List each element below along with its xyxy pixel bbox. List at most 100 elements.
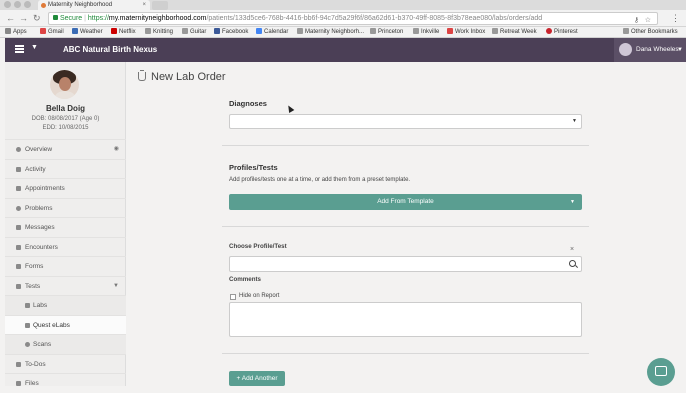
bookmark-weather[interactable]: Weather — [72, 27, 103, 37]
patient-photo — [50, 70, 79, 99]
gmail-icon — [447, 28, 453, 34]
comments-textarea[interactable] — [229, 302, 582, 337]
sidebar-item-scans[interactable]: Scans — [5, 334, 126, 354]
bookmark-gmail[interactable]: Gmail — [40, 27, 64, 37]
sidebar-item-label: To-Dos — [25, 360, 46, 368]
scans-icon — [25, 342, 30, 347]
url-host: my.maternityneighborhood.com — [108, 15, 207, 22]
bookmark-knitting[interactable]: Knitting — [145, 27, 173, 37]
hide-on-report-label: Hide on Report — [239, 293, 280, 299]
patient-edd: EDD: 10/08/2015 — [42, 125, 89, 131]
sidebar-item-label: Appointments — [25, 185, 65, 192]
lock-icon — [53, 15, 58, 20]
back-arrow-icon[interactable]: ← — [6, 13, 15, 23]
sidebar-item-label: Encounters — [25, 243, 58, 251]
window-zoom-control[interactable] — [24, 1, 31, 8]
bookmark-pinterest[interactable]: Pinterest — [546, 27, 578, 37]
bookmark-work-inbox[interactable]: Work Inbox — [447, 27, 485, 37]
address-bar[interactable]: Secure | https://my.maternityneighborhoo… — [48, 12, 658, 25]
sidebar-item-activity[interactable]: Activity — [5, 158, 126, 179]
close-icon[interactable]: × — [570, 246, 574, 253]
sidebar-item-label: Messages — [25, 224, 55, 231]
profiles-heading: Profiles/Tests — [229, 163, 278, 172]
bookmark-calendar[interactable]: Calendar — [256, 27, 288, 37]
app-title: ABC Natural Birth Nexus — [63, 45, 158, 54]
bookmark-guitar[interactable]: Guitar — [182, 27, 206, 37]
sidebar-item-tests[interactable]: Tests ▼ — [5, 275, 126, 296]
caret-down-icon[interactable]: ▼ — [31, 44, 38, 51]
caret-down-icon[interactable]: ▼ — [113, 277, 119, 296]
divider — [222, 226, 589, 227]
bookmark-princeton[interactable]: Princeton — [370, 27, 403, 37]
comments-label: Comments — [229, 276, 261, 283]
new-tab-button[interactable] — [152, 1, 168, 10]
sidebar-item-problems[interactable]: Problems — [5, 197, 126, 218]
sidebar-item-label: Quest eLabs — [33, 321, 70, 329]
plus-icon: + — [236, 375, 241, 382]
forward-arrow-icon[interactable]: → — [19, 13, 28, 23]
search-icon[interactable] — [569, 260, 576, 267]
profile-search-input[interactable] — [229, 256, 582, 272]
window-close-control[interactable] — [4, 1, 11, 8]
weather-icon — [72, 28, 78, 34]
hide-on-report-checkbox[interactable] — [230, 294, 236, 300]
sidebar-item-files[interactable]: Files — [5, 373, 126, 393]
folder-icon — [413, 28, 419, 34]
alert-icon — [16, 205, 21, 211]
choose-profile-label: Choose Profile/Test — [229, 243, 287, 250]
bookmark-netflix[interactable]: Netflix — [111, 27, 136, 37]
window-minimize-control[interactable] — [14, 1, 21, 8]
secure-label: Secure — [60, 15, 83, 22]
sidebar-item-messages[interactable]: Messages — [5, 217, 126, 237]
sidebar-item-forms[interactable]: Forms — [5, 256, 126, 276]
list-icon — [16, 264, 21, 269]
browser-menu-icon[interactable]: ⋮ — [671, 13, 680, 23]
hamburger-menu-icon[interactable] — [15, 45, 24, 53]
folder-icon — [182, 28, 188, 34]
chat-button[interactable] — [647, 358, 675, 386]
bookmark-other[interactable]: Other Bookmarks — [623, 27, 678, 37]
tab-favicon-icon — [41, 3, 46, 8]
caret-down-icon: ▼ — [570, 199, 575, 205]
sidebar-item-appointments[interactable]: Appointments — [5, 178, 126, 198]
browser-tab[interactable]: Maternity Neighborhood × — [38, 0, 150, 10]
folder-icon — [492, 28, 498, 34]
bookmark-apps[interactable]: Apps — [5, 27, 27, 37]
sidebar: Bella Doig DOB: 08/08/2017 (Age 0) EDD: … — [5, 62, 126, 387]
page-title: New Lab Order — [138, 70, 226, 83]
main-content: New Lab Order Diagnoses ▼ Profiles/Tests… — [126, 62, 686, 386]
sidebar-item-overview[interactable]: Overview ◉ — [5, 139, 126, 159]
sidebar-item-encounters[interactable]: Encounters — [5, 236, 126, 257]
reload-icon[interactable]: ↻ — [33, 13, 41, 23]
chat-icon — [655, 366, 667, 376]
person-icon — [16, 147, 21, 152]
divider — [222, 145, 589, 146]
bookmark-inkville[interactable]: Inkville — [413, 27, 439, 37]
facebook-icon — [214, 28, 220, 34]
diagnoses-select[interactable]: ▼ — [229, 114, 582, 129]
apps-icon — [5, 28, 11, 34]
diagnoses-label: Diagnoses — [229, 99, 267, 108]
bookmark-facebook[interactable]: Facebook — [214, 27, 248, 37]
labs-icon — [25, 303, 30, 308]
sidebar-item-quest-elabs[interactable]: Quest eLabs — [5, 314, 126, 334]
key-icon[interactable]: ⚷ — [634, 15, 639, 24]
add-another-button[interactable]: + Add Another — [229, 371, 285, 386]
add-from-template-button[interactable]: Add From Template ▼ — [229, 194, 582, 210]
encounters-icon — [16, 244, 21, 250]
checklist-icon — [16, 361, 21, 367]
sidebar-item-todos[interactable]: To-Dos — [5, 353, 126, 374]
message-icon — [16, 225, 21, 230]
user-menu[interactable]: Dana Wheeles ▼ — [614, 38, 686, 62]
tab-close-icon[interactable]: × — [142, 0, 146, 10]
eye-icon[interactable]: ◉ — [114, 140, 119, 159]
caret-down-icon: ▼ — [677, 47, 683, 53]
sidebar-item-label: Forms — [25, 263, 44, 270]
sidebar-item-labs[interactable]: Labs — [5, 295, 126, 315]
sidebar-item-label: Overview — [25, 146, 53, 153]
bookmark-maternity[interactable]: Maternity Neighborh... — [297, 27, 364, 37]
tab-title: Maternity Neighborhood — [48, 2, 113, 8]
bookmark-star-icon[interactable]: ☆ — [645, 15, 651, 24]
bookmark-retreat-week[interactable]: Retreat Week — [492, 27, 537, 37]
user-avatar — [619, 43, 632, 56]
